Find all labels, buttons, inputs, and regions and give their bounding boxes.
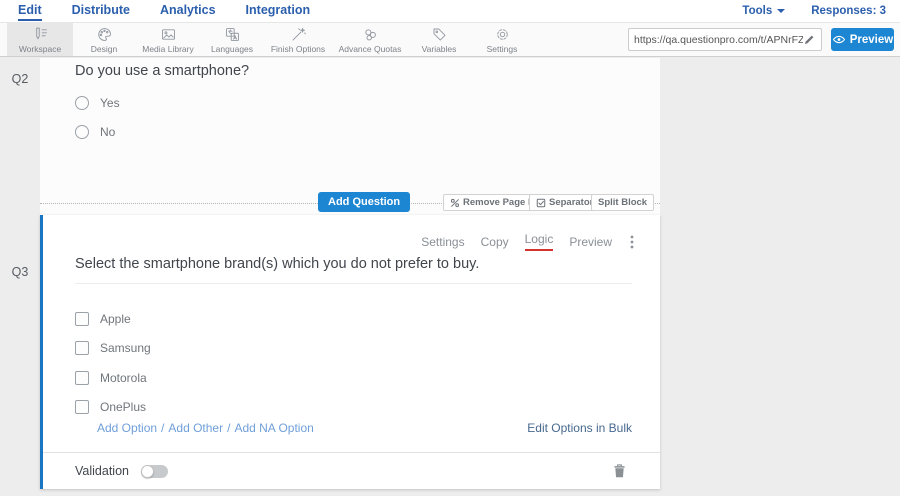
q3-option-oneplus: OnePlus bbox=[75, 398, 146, 416]
survey-url-input[interactable] bbox=[634, 34, 803, 46]
pencil-icon[interactable] bbox=[803, 33, 816, 46]
nav-integration[interactable]: Integration bbox=[246, 1, 311, 21]
caret-down-icon bbox=[777, 9, 785, 13]
add-question-button[interactable]: Add Question bbox=[318, 192, 410, 212]
toolbar-label: Workspace bbox=[19, 44, 61, 54]
questionpro-editor: Edit Distribute Analytics Integration To… bbox=[0, 0, 900, 496]
checkbox[interactable] bbox=[75, 400, 89, 414]
tools-label: Tools bbox=[742, 5, 772, 17]
top-nav-menu: Edit Distribute Analytics Integration bbox=[0, 1, 310, 21]
option-label[interactable]: Samsung bbox=[100, 341, 151, 355]
option-label[interactable]: Yes bbox=[100, 96, 120, 110]
toolbar-item-languages[interactable]: Languages bbox=[201, 23, 263, 56]
toolbar-item-finish-options[interactable]: Finish Options bbox=[263, 23, 333, 56]
tab-preview[interactable]: Preview bbox=[569, 235, 612, 249]
toolbar-label: Design bbox=[91, 44, 117, 54]
option-label[interactable]: OnePlus bbox=[100, 400, 146, 414]
toolbar-item-media-library[interactable]: Media Library bbox=[135, 23, 201, 56]
add-option-links: Add Option / Add Other / Add NA Option bbox=[97, 421, 314, 435]
tab-logic[interactable]: Logic bbox=[525, 232, 554, 251]
question-action-tabs: Settings Copy Logic Preview bbox=[421, 232, 634, 251]
option-label[interactable]: Apple bbox=[100, 312, 131, 326]
toolbar-label: Media Library bbox=[142, 44, 194, 54]
tab-settings[interactable]: Settings bbox=[421, 235, 464, 249]
top-nav-right: Tools Responses: 3 bbox=[742, 5, 900, 17]
preview-button[interactable]: Preview bbox=[831, 28, 894, 51]
image-icon bbox=[160, 26, 177, 43]
toolbar-item-settings[interactable]: Settings bbox=[471, 23, 533, 56]
q3-option-samsung: Samsung bbox=[75, 339, 151, 357]
q3-question-text[interactable]: Select the smartphone brand(s) which you… bbox=[75, 256, 632, 284]
wand-icon bbox=[290, 26, 307, 43]
toolbar-label: Advance Quotas bbox=[339, 44, 402, 54]
add-na-option-link[interactable]: Add NA Option bbox=[234, 421, 313, 435]
validation-toggle[interactable] bbox=[141, 465, 168, 478]
workspace-icon bbox=[32, 26, 49, 43]
question-number-q2: Q2 bbox=[0, 72, 40, 86]
validation-label: Validation bbox=[75, 464, 129, 478]
option-links-row: Add Option / Add Other / Add NA Option E… bbox=[97, 421, 632, 435]
q2-option-yes: Yes bbox=[75, 94, 120, 112]
checked-box-icon bbox=[536, 198, 546, 208]
validation-row: Validation bbox=[43, 452, 660, 489]
radio-button[interactable] bbox=[75, 125, 89, 139]
option-label[interactable]: Motorola bbox=[100, 371, 147, 385]
separator-button[interactable]: Separator bbox=[529, 194, 600, 211]
responses-link[interactable]: Responses: 3 bbox=[811, 5, 886, 17]
toolbar-label: Variables bbox=[422, 44, 457, 54]
gear-icon bbox=[494, 26, 511, 43]
translate-icon bbox=[224, 26, 241, 43]
add-other-link[interactable]: Add Other bbox=[168, 421, 223, 435]
q3-option-apple: Apple bbox=[75, 310, 131, 328]
radio-button[interactable] bbox=[75, 96, 89, 110]
checkbox[interactable] bbox=[75, 312, 89, 326]
survey-url-box bbox=[628, 28, 822, 51]
rings-icon bbox=[362, 26, 379, 43]
top-nav: Edit Distribute Analytics Integration To… bbox=[0, 0, 900, 22]
link-separator: / bbox=[227, 421, 230, 435]
tab-copy[interactable]: Copy bbox=[481, 235, 509, 249]
tag-icon bbox=[431, 26, 448, 43]
remove-page-break-icon bbox=[450, 198, 460, 208]
add-option-link[interactable]: Add Option bbox=[97, 421, 157, 435]
toolbar-item-advance-quotas[interactable]: Advance Quotas bbox=[333, 23, 407, 56]
question-number-q3: Q3 bbox=[0, 265, 40, 279]
survey-page-column: Do you use a smartphone? Yes No Add Ques… bbox=[40, 58, 660, 489]
toolbar-label: Languages bbox=[211, 44, 253, 54]
nav-distribute[interactable]: Distribute bbox=[72, 1, 130, 21]
link-separator: / bbox=[161, 421, 164, 435]
more-options-kebab-icon[interactable] bbox=[630, 235, 634, 249]
q2-question-text[interactable]: Do you use a smartphone? bbox=[75, 63, 249, 79]
q3-option-motorola: Motorola bbox=[75, 369, 147, 387]
split-block-button[interactable]: Split Block bbox=[591, 194, 654, 211]
toolbar-item-variables[interactable]: Variables bbox=[407, 23, 471, 56]
checkbox[interactable] bbox=[75, 371, 89, 385]
nav-edit[interactable]: Edit bbox=[18, 1, 42, 21]
toolbar-label: Finish Options bbox=[271, 44, 325, 54]
q3-question-card: Settings Copy Logic Preview Select the s… bbox=[40, 215, 660, 489]
nav-analytics[interactable]: Analytics bbox=[160, 1, 216, 21]
q2-option-no: No bbox=[75, 123, 115, 141]
separator-label: Separator bbox=[549, 197, 593, 208]
workspace-toolbar: Workspace Design Media Library Languages… bbox=[0, 22, 900, 57]
toolbar-item-design[interactable]: Design bbox=[73, 23, 135, 56]
preview-label: Preview bbox=[850, 34, 893, 46]
checkbox[interactable] bbox=[75, 341, 89, 355]
tools-menu[interactable]: Tools bbox=[742, 5, 785, 17]
edit-options-in-bulk-link[interactable]: Edit Options in Bulk bbox=[527, 421, 632, 435]
toolbar-item-workspace[interactable]: Workspace bbox=[7, 23, 73, 56]
palette-icon bbox=[96, 26, 113, 43]
toolbar-label: Settings bbox=[487, 44, 518, 54]
eye-icon bbox=[832, 34, 846, 45]
toggle-knob bbox=[141, 465, 154, 478]
delete-question-trash-icon[interactable] bbox=[613, 464, 626, 479]
option-label[interactable]: No bbox=[100, 125, 115, 139]
split-block-label: Split Block bbox=[598, 197, 647, 208]
